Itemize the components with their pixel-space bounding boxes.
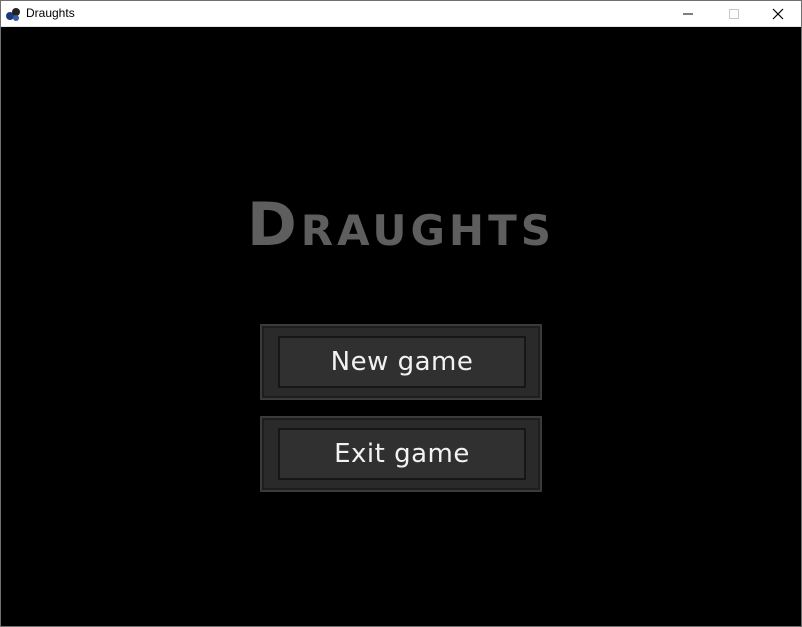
exit-game-button-inner: Exit game bbox=[278, 428, 526, 480]
minimize-icon bbox=[683, 13, 693, 14]
app-window: Draughts Draughts New game Exit game bbox=[0, 0, 802, 627]
close-button[interactable] bbox=[755, 1, 801, 26]
minimize-button[interactable] bbox=[665, 1, 711, 26]
new-game-button-inner: New game bbox=[278, 336, 526, 388]
new-game-button[interactable]: New game bbox=[260, 324, 542, 400]
new-game-label: New game bbox=[330, 347, 474, 377]
game-title: Draughts bbox=[247, 190, 555, 260]
window-title: Draughts bbox=[26, 6, 75, 20]
game-area: Draughts New game Exit game bbox=[1, 27, 801, 626]
title-bar[interactable]: Draughts bbox=[1, 1, 801, 27]
maximize-button[interactable] bbox=[711, 1, 757, 26]
exit-game-label: Exit game bbox=[334, 439, 470, 469]
exit-game-button[interactable]: Exit game bbox=[260, 416, 542, 492]
maximize-icon bbox=[729, 8, 739, 19]
draughts-app-icon bbox=[5, 6, 21, 22]
close-icon bbox=[772, 8, 784, 19]
